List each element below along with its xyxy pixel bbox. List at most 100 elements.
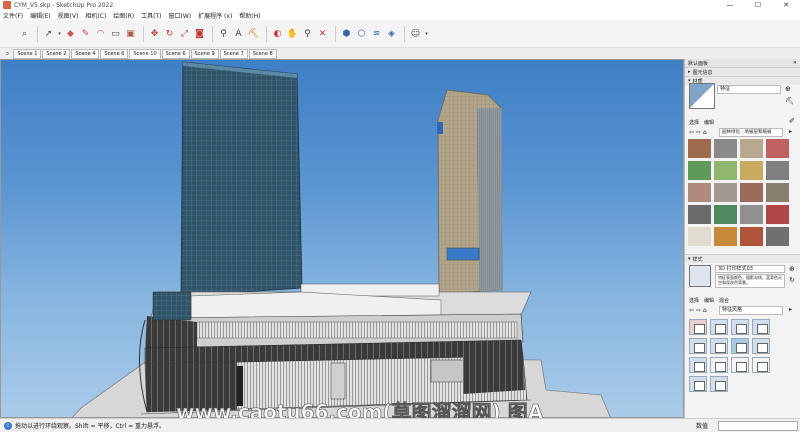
styles-section[interactable]: ▾ 样式 bbox=[685, 254, 800, 263]
style-thumb[interactable] bbox=[689, 338, 707, 354]
material-swatch[interactable] bbox=[714, 227, 737, 246]
close-button[interactable]: ✕ bbox=[772, 0, 800, 10]
current-material-swatch[interactable] bbox=[689, 83, 715, 109]
scene-tab[interactable]: Scene 2 bbox=[42, 48, 71, 59]
material-swatch[interactable] bbox=[688, 183, 711, 202]
warehouse-icon[interactable]: ⬢ bbox=[340, 27, 353, 40]
style-thumb[interactable] bbox=[689, 357, 707, 373]
material-swatch[interactable] bbox=[740, 139, 763, 158]
select-arrow-icon[interactable]: ➚ bbox=[42, 27, 55, 40]
style-thumb[interactable] bbox=[710, 338, 728, 354]
style-thumb[interactable] bbox=[752, 319, 770, 335]
text-icon[interactable]: A bbox=[232, 27, 245, 40]
create-style-icon[interactable]: ⊕ bbox=[789, 265, 795, 273]
menu-view[interactable]: 视图(V) bbox=[58, 11, 79, 20]
eraser-icon[interactable]: ◆ bbox=[64, 27, 77, 40]
send-to-layout-icon[interactable]: ◈ bbox=[385, 27, 398, 40]
tab-style-mix[interactable]: 混合 bbox=[719, 297, 729, 304]
style-thumb[interactable] bbox=[752, 338, 770, 354]
paint-bucket-icon[interactable]: ⛏ bbox=[785, 97, 794, 105]
material-library-select[interactable]: 园林绿化 - 地被层和植被 bbox=[719, 128, 783, 137]
layout-icon[interactable]: ≋ bbox=[370, 27, 383, 40]
minimize-button[interactable]: — bbox=[716, 0, 744, 10]
tape-icon[interactable]: ⚲ bbox=[217, 27, 230, 40]
style-thumb[interactable] bbox=[752, 357, 770, 373]
material-swatch[interactable] bbox=[688, 227, 711, 246]
details-icon[interactable]: ▸ bbox=[789, 128, 792, 135]
info-icon[interactable]: i bbox=[4, 421, 12, 430]
measurements-input[interactable] bbox=[718, 421, 798, 431]
material-swatch[interactable] bbox=[740, 205, 763, 224]
style-thumb[interactable] bbox=[731, 338, 749, 354]
create-material-icon[interactable]: ⊕ bbox=[785, 85, 791, 93]
tab-style-select[interactable]: 选择 bbox=[689, 297, 699, 304]
tab-select[interactable]: 选择 bbox=[689, 119, 699, 126]
material-name-field[interactable]: 特征 bbox=[717, 85, 781, 94]
material-swatch[interactable] bbox=[714, 205, 737, 224]
paint-icon[interactable]: ⛏ bbox=[247, 27, 260, 40]
material-swatch[interactable] bbox=[766, 183, 789, 202]
tab-style-edit[interactable]: 编辑 bbox=[704, 297, 714, 304]
material-swatch[interactable] bbox=[688, 161, 711, 180]
entity-info-section[interactable]: ▸ 图元信息 bbox=[685, 67, 800, 76]
eyedropper-icon[interactable]: ✐ bbox=[789, 117, 795, 125]
model-viewport[interactable] bbox=[0, 59, 684, 418]
push-pull-icon[interactable]: ▣ bbox=[124, 27, 137, 40]
scene-tab[interactable]: Scene 8 bbox=[248, 48, 277, 59]
extension-warehouse-icon[interactable]: ⬡ bbox=[355, 27, 368, 40]
pencil-icon[interactable]: ✎ bbox=[79, 27, 92, 40]
material-swatch[interactable] bbox=[766, 161, 789, 180]
scene-tab[interactable]: Scene 4 bbox=[71, 48, 100, 59]
style-thumb[interactable] bbox=[689, 376, 707, 392]
chevron-down-icon[interactable]: ▾ bbox=[57, 27, 62, 40]
zoom-icon[interactable]: ⚲ bbox=[301, 27, 314, 40]
rotate-icon[interactable]: ↻ bbox=[163, 27, 176, 40]
pan-icon[interactable]: ✋ bbox=[286, 27, 299, 40]
scene-tab[interactable]: Scene 6 bbox=[100, 48, 129, 59]
user-icon[interactable]: ☺ bbox=[409, 27, 422, 40]
shape-icon[interactable]: ▭ bbox=[109, 27, 122, 40]
menu-camera[interactable]: 相机(C) bbox=[85, 11, 106, 20]
zoom-extents-icon[interactable]: ✕ bbox=[316, 27, 329, 40]
menu-tools[interactable]: 工具(T) bbox=[141, 11, 161, 20]
menu-file[interactable]: 文件(F) bbox=[3, 11, 23, 20]
menu-help[interactable]: 帮助(H) bbox=[239, 11, 260, 20]
material-swatch[interactable] bbox=[766, 205, 789, 224]
arc-icon[interactable]: ◠ bbox=[94, 27, 107, 40]
nav-arrows-icon[interactable]: ⇦ ⇨ ⌂ bbox=[689, 129, 707, 136]
material-swatch[interactable] bbox=[714, 183, 737, 202]
nav-arrows-icon[interactable]: ⇦ ⇨ ⌂ bbox=[689, 307, 707, 314]
orbit-icon[interactable]: ◐ bbox=[271, 27, 284, 40]
scene-tab[interactable]: Scene 1 bbox=[13, 48, 42, 59]
scene-tab[interactable]: Scene 7 bbox=[219, 48, 248, 59]
style-library-select[interactable]: 特征风格 bbox=[719, 306, 783, 315]
maximize-button[interactable]: ☐ bbox=[744, 0, 772, 10]
material-swatch[interactable] bbox=[688, 205, 711, 224]
scene-tab[interactable]: Scene 6 bbox=[161, 48, 190, 59]
material-swatch[interactable] bbox=[714, 139, 737, 158]
menu-edit[interactable]: 编辑(E) bbox=[30, 11, 50, 20]
material-swatch[interactable] bbox=[740, 227, 763, 246]
style-thumb[interactable] bbox=[689, 319, 707, 335]
update-style-icon[interactable]: ↻ bbox=[789, 276, 795, 284]
menu-extensions[interactable]: 扩展程序 (x) bbox=[198, 11, 232, 20]
style-thumb[interactable] bbox=[731, 319, 749, 335]
search-icon[interactable]: ⌕ bbox=[18, 27, 31, 40]
style-thumb[interactable] bbox=[710, 357, 728, 373]
style-thumb[interactable] bbox=[731, 357, 749, 373]
move-icon[interactable]: ✥ bbox=[148, 27, 161, 40]
menu-window[interactable]: 窗口(W) bbox=[169, 11, 192, 20]
material-swatch[interactable] bbox=[714, 161, 737, 180]
material-swatch[interactable] bbox=[766, 139, 789, 158]
material-swatch[interactable] bbox=[766, 227, 789, 246]
material-swatch[interactable] bbox=[740, 161, 763, 180]
chevron-down-icon[interactable]: ▾ bbox=[424, 27, 429, 40]
tray-close-icon[interactable]: ✕ bbox=[793, 60, 797, 66]
scale-icon[interactable]: ⤢ bbox=[178, 27, 191, 40]
material-swatch[interactable] bbox=[740, 183, 763, 202]
material-swatch[interactable] bbox=[688, 139, 711, 158]
style-name-field[interactable]: 3D 打印样式03 bbox=[715, 265, 785, 273]
scene-search-icon[interactable]: ⌕ bbox=[6, 50, 9, 58]
style-description[interactable]: 特征表面颜色，粗影勾线，蓝背色天空和深灰色背景。 bbox=[715, 274, 785, 288]
tab-edit[interactable]: 编辑 bbox=[704, 119, 714, 126]
